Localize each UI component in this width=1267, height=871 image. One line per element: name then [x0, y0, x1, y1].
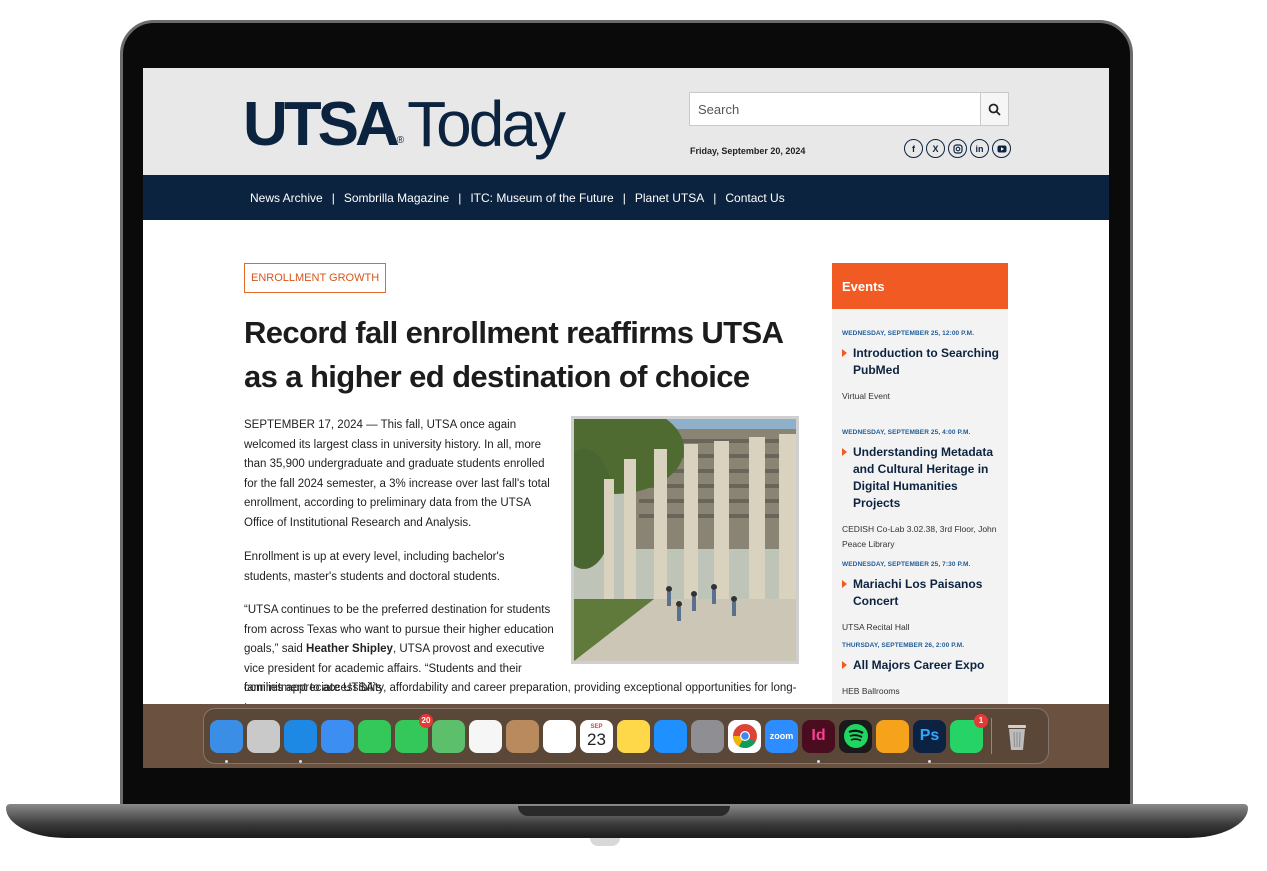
event-item: WEDNESDAY, SEPTEMBER 25, 4:00 P.M. Under…: [842, 429, 1002, 552]
app-label: Ps: [919, 727, 940, 744]
youtube-icon[interactable]: [992, 139, 1011, 158]
arrow-right-icon: [842, 349, 847, 357]
events-sidebar: Events WEDNESDAY, SEPTEMBER 25, 12:00 P.…: [832, 263, 1008, 768]
dock-divider: [991, 718, 992, 754]
trash-can: [1007, 725, 1026, 750]
running-indicator: [225, 759, 228, 763]
event-title[interactable]: All Majors Career Expo: [842, 657, 1002, 674]
photos-icon[interactable]: [469, 719, 502, 753]
event-item: WEDNESDAY, SEPTEMBER 25, 7:30 P.M. Maria…: [842, 561, 1002, 635]
article-headline: Record fall enrollment reaffirms UTSA as…: [244, 315, 783, 394]
event-date: WEDNESDAY, SEPTEMBER 25, 7:30 P.M.: [842, 561, 971, 568]
event-title-text[interactable]: All Majors Career Expo: [853, 657, 984, 674]
event-date: THURSDAY, SEPTEMBER 26, 2:00 P.M.: [842, 642, 965, 649]
nav-separator: |: [331, 190, 335, 205]
article-paragraph-2: Enrollment is up at every level, includi…: [244, 551, 505, 583]
nav-itc-museum[interactable]: ITC: Museum of the Future: [470, 191, 613, 205]
chrome-icon[interactable]: [728, 719, 761, 753]
article-paragraph-1: SEPTEMBER 17, 2024 — This fall, UTSA onc…: [244, 419, 550, 529]
event-title[interactable]: Mariachi Los Paisanos Concert: [842, 576, 1002, 610]
nav-news-archive[interactable]: News Archive: [250, 191, 323, 205]
photoshop-icon[interactable]: Ps: [913, 719, 946, 763]
calendar-day: 23: [587, 730, 606, 749]
notification-badge: 20: [419, 713, 433, 728]
app-label: zoom: [769, 731, 794, 741]
spotify-logo: [843, 724, 868, 748]
event-title-text[interactable]: Understanding Metadata and Cultural Heri…: [853, 444, 1002, 512]
maps-icon[interactable]: [432, 719, 465, 753]
event-item: THURSDAY, SEPTEMBER 26, 2:00 P.M. All Ma…: [842, 642, 1002, 699]
arrow-right-icon: [842, 580, 847, 588]
calendar-icon[interactable]: SEP 23: [580, 719, 613, 753]
logo-today: Today: [407, 88, 566, 160]
launchpad-icon[interactable]: [247, 719, 280, 753]
main-nav: News Archive | Sombrilla Magazine | ITC:…: [143, 175, 1109, 220]
nav-separator: |: [622, 190, 626, 205]
linkedin-icon[interactable]: in: [970, 139, 989, 158]
event-date: WEDNESDAY, SEPTEMBER 25, 12:00 P.M.: [842, 330, 975, 337]
whatsapp-icon[interactable]: 1: [950, 713, 988, 753]
mail-icon[interactable]: [321, 719, 354, 753]
utsa-today-logo[interactable]: UTSA ® Today: [243, 86, 566, 160]
events-heading: Events: [832, 263, 1008, 309]
arrow-right-icon: [842, 448, 847, 456]
app-store-icon[interactable]: [654, 719, 687, 753]
nav-separator: |: [713, 190, 717, 205]
facetime-icon[interactable]: [358, 719, 391, 753]
search-icon: [988, 103, 1001, 116]
search-input[interactable]: [690, 93, 980, 125]
event-location: HEB Ballrooms: [842, 686, 900, 696]
running-indicator: [928, 759, 931, 763]
social-links: f X in: [904, 139, 1011, 158]
laptop-foot: [590, 838, 620, 846]
event-title-text[interactable]: Mariachi Los Paisanos Concert: [853, 576, 1002, 610]
event-item: WEDNESDAY, SEPTEMBER 25, 12:00 P.M. Intr…: [842, 330, 1002, 404]
safari-icon[interactable]: [284, 719, 317, 763]
reminders-icon[interactable]: [543, 719, 576, 753]
app-label: Id: [811, 727, 826, 744]
indesign-icon[interactable]: Id: [802, 719, 835, 763]
spotify-icon[interactable]: [839, 719, 872, 753]
event-date: WEDNESDAY, SEPTEMBER 25, 4:00 P.M.: [842, 429, 971, 436]
messages-icon[interactable]: 20: [395, 713, 433, 753]
nav-sombrilla-magazine[interactable]: Sombrilla Magazine: [344, 191, 449, 205]
category-tag[interactable]: ENROLLMENT GROWTH: [244, 263, 387, 293]
person-name: Heather Shipley: [306, 643, 393, 655]
notification-badge: 1: [974, 713, 988, 728]
chrome-logo: [732, 724, 757, 749]
event-title-text[interactable]: Introduction to Searching PubMed: [853, 345, 1002, 379]
event-location: Virtual Event: [842, 391, 891, 401]
dock: 20 SEP 23 zoom Id Ps 1: [203, 708, 1049, 764]
campus-photo: [571, 416, 799, 664]
logo-registered: ®: [396, 135, 405, 146]
nav-contact-us[interactable]: Contact Us: [725, 191, 784, 205]
event-title[interactable]: Introduction to Searching PubMed: [842, 345, 1002, 379]
screen: UTSA ® Today Friday, September 20, 2024 …: [143, 68, 1109, 768]
event-title[interactable]: Understanding Metadata and Cultural Heri…: [842, 444, 1002, 512]
zoom-icon[interactable]: zoom: [765, 719, 798, 753]
logo-utsa: UTSA: [243, 90, 400, 159]
site-header: UTSA ® Today Friday, September 20, 2024 …: [143, 68, 1109, 175]
laptop-notch: [518, 806, 730, 816]
instagram-icon[interactable]: [948, 139, 967, 158]
facebook-icon[interactable]: f: [904, 139, 923, 158]
contacts-icon[interactable]: [506, 719, 539, 753]
event-location: UTSA Recital Hall: [842, 622, 910, 632]
nav-planet-utsa[interactable]: Planet UTSA: [635, 191, 704, 205]
x-icon[interactable]: X: [926, 139, 945, 158]
finder-icon[interactable]: [210, 719, 243, 763]
header-date: Friday, September 20, 2024: [690, 146, 806, 156]
event-location: CEDISH Co-Lab 3.02.38, 3rd Floor, John P…: [842, 524, 997, 549]
arrow-right-icon: [842, 661, 847, 669]
pages-icon[interactable]: [876, 719, 909, 753]
search-button[interactable]: [980, 93, 1008, 125]
running-indicator: [817, 759, 820, 763]
notes-icon[interactable]: [617, 719, 650, 753]
trash-icon[interactable]: [1000, 720, 1033, 753]
system-settings-icon[interactable]: [691, 719, 724, 753]
running-indicator: [299, 759, 302, 763]
search-box: [689, 92, 1009, 126]
nav-separator: |: [458, 190, 462, 205]
